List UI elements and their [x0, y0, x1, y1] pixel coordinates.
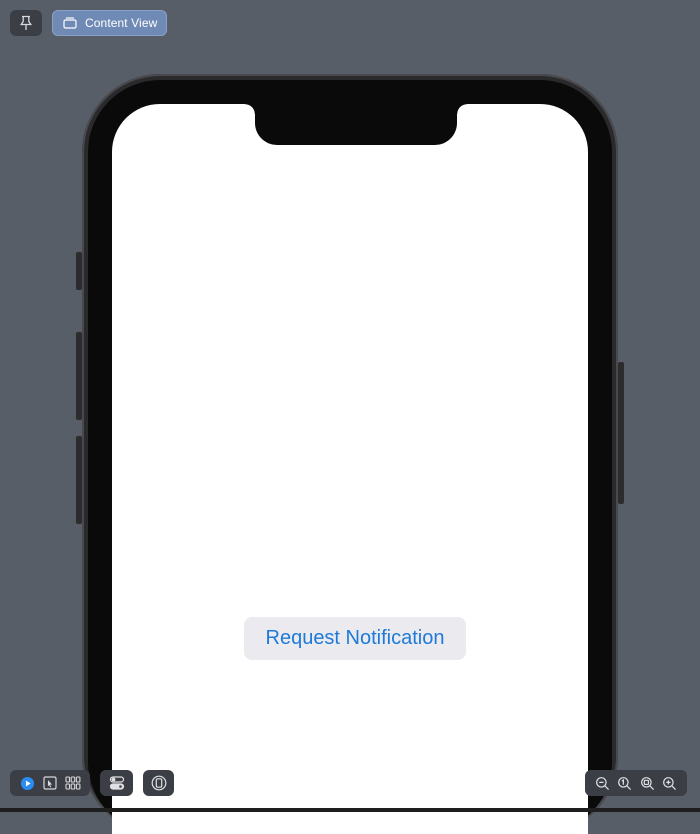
zoom-to-fit-icon[interactable]	[616, 774, 634, 792]
pin-button[interactable]	[10, 10, 42, 36]
window-bottom-edge	[0, 808, 700, 812]
device-icon	[150, 774, 168, 792]
preview-mode-group	[10, 770, 90, 796]
device-settings-button[interactable]	[100, 770, 133, 796]
device-frame: Request Notification	[82, 74, 618, 834]
content-view-label: Content View	[85, 16, 158, 30]
selectable-mode-icon[interactable]	[41, 774, 59, 792]
live-preview-icon[interactable]	[18, 774, 36, 792]
device-notch	[245, 104, 467, 145]
device-settings-icon	[108, 774, 126, 792]
device-button[interactable]	[143, 770, 174, 796]
zoom-100-icon[interactable]	[638, 774, 656, 792]
variants-grid-icon[interactable]	[64, 774, 82, 792]
zoom-in-icon[interactable]	[661, 774, 679, 792]
device-screen: Request Notification	[112, 104, 588, 834]
pin-icon	[17, 14, 35, 32]
phone-power-button	[618, 362, 624, 504]
zoom-out-icon[interactable]	[593, 774, 611, 792]
content-view-tab[interactable]: Content View	[52, 10, 168, 36]
content-view-icon	[61, 14, 79, 32]
request-notification-button[interactable]: Request Notification	[244, 617, 466, 660]
device-bezel: Request Notification	[88, 80, 612, 834]
zoom-controls	[585, 770, 687, 796]
